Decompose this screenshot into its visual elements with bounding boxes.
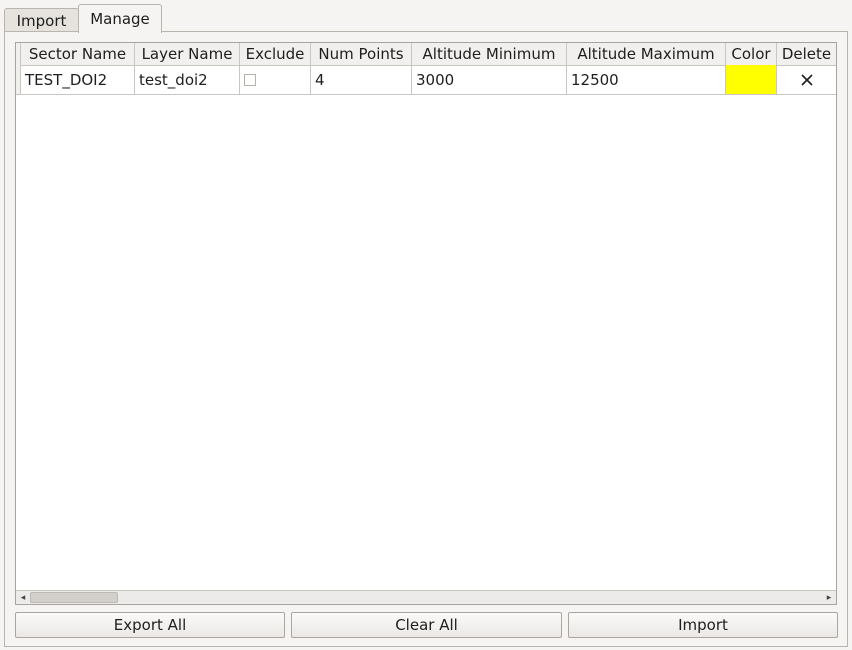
import-label: Import	[678, 616, 728, 634]
import-button[interactable]: Import	[568, 612, 838, 638]
column-header-sector-name[interactable]: Sector Name	[21, 43, 135, 65]
color-swatch[interactable]	[726, 65, 777, 95]
table-header: Sector Name Layer Name Exclude Num Point…	[16, 43, 836, 66]
column-header-exclude[interactable]: Exclude	[240, 43, 311, 65]
scroll-left-arrow-icon[interactable]: ◂	[16, 591, 30, 604]
close-icon[interactable]	[800, 73, 814, 87]
column-header-color[interactable]: Color	[726, 43, 777, 65]
tab-import[interactable]: Import	[4, 8, 79, 32]
column-header-label: Altitude Maximum	[577, 45, 715, 63]
table-row[interactable]: TEST_DOI2 test_doi2 4 3000 12500	[16, 65, 836, 95]
column-header-label: Layer Name	[141, 45, 233, 63]
column-header-layer-name[interactable]: Layer Name	[135, 43, 240, 65]
scroll-right-arrow-icon[interactable]: ▸	[822, 591, 836, 604]
export-all-label: Export All	[113, 616, 187, 634]
cell-altitude-maximum[interactable]: 12500	[567, 65, 726, 95]
cell-layer-name[interactable]: test_doi2	[135, 65, 240, 95]
column-header-label: Color	[731, 45, 771, 63]
column-header-num-points[interactable]: Num Points	[311, 43, 412, 65]
exclude-checkbox[interactable]	[244, 73, 256, 86]
clear-all-label: Clear All	[395, 616, 458, 634]
column-header-altitude-maximum[interactable]: Altitude Maximum	[567, 43, 726, 65]
cell-sector-name[interactable]: TEST_DOI2	[21, 65, 135, 95]
cell-altitude-minimum[interactable]: 3000	[412, 65, 567, 95]
column-header-altitude-minimum[interactable]: Altitude Minimum	[412, 43, 567, 65]
horizontal-scrollbar[interactable]: ◂ ▸	[16, 590, 836, 604]
cell-exclude	[240, 65, 311, 95]
export-all-button[interactable]: Export All	[15, 612, 285, 638]
tab-manage[interactable]: Manage	[78, 4, 162, 33]
tab-import-label: Import	[16, 11, 67, 30]
column-header-label: Altitude Minimum	[422, 45, 556, 63]
column-header-delete[interactable]: Delete	[777, 43, 836, 65]
column-header-label: Delete	[781, 45, 832, 63]
scrollbar-thumb[interactable]	[30, 592, 118, 603]
cell-delete	[777, 65, 836, 95]
sector-table: Sector Name Layer Name Exclude Num Point…	[15, 42, 837, 605]
cell-num-points[interactable]: 4	[311, 65, 412, 95]
tab-manage-label: Manage	[90, 10, 150, 28]
column-header-label: Exclude	[245, 45, 305, 63]
clear-all-button[interactable]: Clear All	[291, 612, 562, 638]
column-header-label: Num Points	[318, 45, 404, 63]
column-header-label: Sector Name	[28, 45, 127, 63]
